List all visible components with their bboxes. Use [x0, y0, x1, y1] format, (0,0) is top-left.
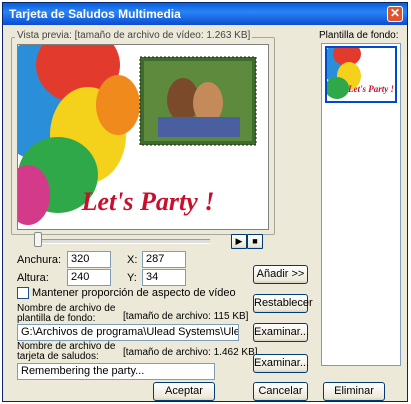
template-label: Plantilla de fondo: [319, 30, 399, 41]
card-file-field[interactable]: Remembering the party... [17, 363, 215, 380]
x-label: X: [127, 254, 138, 266]
window-title: Tarjeta de Saludos Multimedia [9, 7, 181, 21]
ok-button[interactable]: Aceptar [153, 382, 215, 401]
width-label: Anchura: [17, 254, 62, 266]
add-button[interactable]: Añadir >> [253, 265, 308, 284]
template-thumbnail[interactable]: Let's Party ! [325, 46, 397, 103]
close-icon: ✕ [389, 6, 401, 20]
cancel-button[interactable]: Cancelar [253, 382, 308, 401]
aspect-ratio-label: Mantener proporción de aspecto de vídeo [32, 287, 236, 299]
template-thumbnail-image: Let's Party ! [327, 48, 395, 101]
height-field[interactable]: 240 [67, 269, 111, 286]
preview-canvas: Let's Party ! [18, 45, 268, 229]
background-file-field[interactable]: G:\Archivos de programa\Ulead Systems\Ul… [17, 324, 239, 341]
preview-label: Vista previa: [tamaño de archivo de víde… [15, 30, 253, 41]
y-label: Y: [127, 272, 137, 284]
background-file-size: [tamaño de archivo: 115 KB] [123, 311, 249, 322]
timeline-track[interactable] [34, 239, 210, 244]
card-file-label-2: tarjeta de saludos: [17, 351, 99, 362]
browse-background-button[interactable]: Examinar... [253, 323, 309, 342]
preview-image: Let's Party ! [17, 44, 269, 230]
play-button[interactable]: ▶ [231, 234, 247, 249]
template-thumb-caption: Let's Party ! [347, 84, 394, 94]
height-label: Altura: [17, 272, 49, 284]
stop-icon: ■ [252, 236, 258, 246]
balloon-orange [96, 75, 140, 135]
width-field[interactable]: 320 [67, 251, 111, 268]
y-field[interactable]: 34 [142, 269, 186, 286]
stop-button[interactable]: ■ [247, 234, 263, 249]
background-file-label-2: plantilla de fondo: [17, 313, 96, 324]
preview-caption: Let's Party ! [81, 187, 215, 216]
photo-clothes [158, 117, 240, 137]
browse-card-button[interactable]: Examinar... [253, 354, 309, 373]
x-field[interactable]: 287 [142, 251, 186, 268]
delete-button[interactable]: Eliminar [323, 382, 385, 401]
card-file-size: [tamaño de archivo: 1.462 KB] [123, 347, 258, 358]
timeline-slider[interactable] [34, 232, 42, 247]
close-button[interactable]: ✕ [387, 6, 403, 22]
title-bar[interactable]: Tarjeta de Saludos Multimedia ✕ [3, 3, 407, 25]
dialog-window: Tarjeta de Saludos Multimedia ✕ Vista pr… [2, 2, 408, 402]
aspect-ratio-checkbox[interactable] [17, 287, 29, 299]
play-icon: ▶ [235, 236, 243, 246]
template-list[interactable]: Let's Party ! [321, 43, 401, 366]
reset-button[interactable]: Restablecer [253, 294, 313, 313]
